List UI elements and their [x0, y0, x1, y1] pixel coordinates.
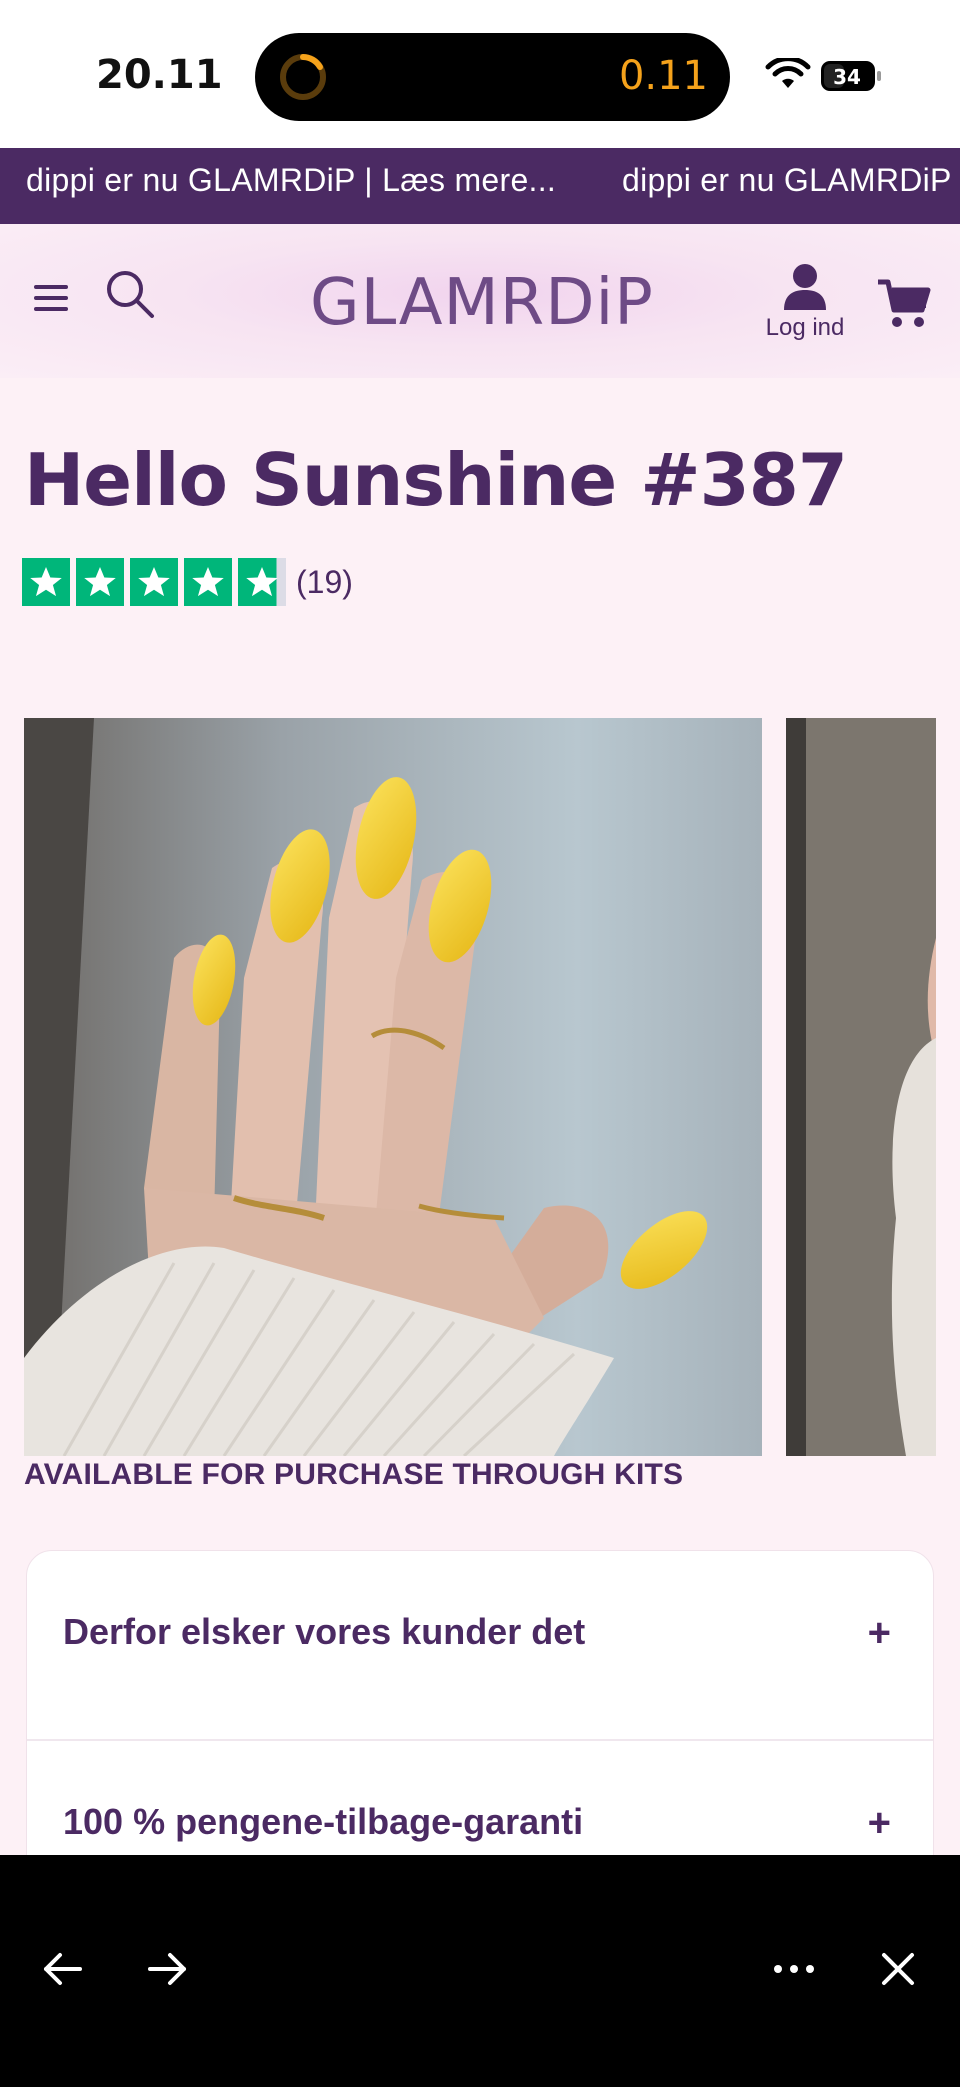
site-header: GLAMRDiP Log ind	[0, 224, 960, 378]
accordion-item[interactable]: Derfor elsker vores kunder det +	[27, 1551, 933, 1741]
site-logo[interactable]: GLAMRDiP	[310, 266, 654, 340]
announcement-text[interactable]: dippi er nu GLAMRDiP | Læs mere...	[26, 162, 556, 199]
status-time: 20.11	[96, 52, 223, 98]
next-photo-preview	[786, 718, 936, 1456]
review-count[interactable]: (19)	[296, 564, 353, 601]
battery-icon: 34	[821, 61, 881, 91]
star-icon	[76, 558, 124, 606]
hamburger-menu-icon[interactable]	[32, 280, 72, 316]
accordion-title[interactable]: Derfor elsker vores kunder det	[63, 1611, 585, 1653]
rating-stars	[22, 558, 286, 606]
accordion-title[interactable]: 100 % pengene-tilbage-garanti	[63, 1801, 583, 1843]
account-icon	[784, 264, 826, 310]
close-icon[interactable]	[874, 1945, 922, 1993]
star-icon	[130, 558, 178, 606]
availability-note: AVAILABLE FOR PURCHASE THROUGH KITS	[24, 1458, 684, 1491]
star-icon	[184, 558, 232, 606]
plus-icon[interactable]: +	[868, 1611, 891, 1656]
product-image-main[interactable]	[24, 718, 762, 1456]
star-icon	[22, 558, 70, 606]
announcement-bar[interactable]: dippi er nu GLAMRDiP | Læs mere... dippi…	[0, 148, 960, 224]
dynamic-island: 0.11	[255, 33, 730, 121]
trustpilot-rating[interactable]: (19)	[22, 558, 353, 606]
account-button[interactable]: Log ind	[760, 262, 850, 342]
timer-text: 0.11	[618, 53, 708, 99]
product-title: Hello Sunshine #387	[24, 438, 848, 522]
forward-arrow-icon[interactable]	[144, 1945, 192, 1993]
plus-icon[interactable]: +	[868, 1801, 891, 1846]
search-icon[interactable]	[104, 268, 156, 320]
product-image-next[interactable]	[786, 718, 936, 1456]
wifi-icon	[765, 58, 811, 88]
timer-icon	[280, 54, 326, 100]
account-label: Log ind	[765, 314, 845, 341]
browser-toolbar	[0, 1855, 960, 2087]
announcement-text-repeat[interactable]: dippi er nu GLAMRDiP	[622, 162, 952, 199]
cart-icon[interactable]	[876, 278, 932, 330]
hand-nail-photo	[24, 718, 762, 1456]
status-bar: 20.11 0.11 34	[0, 0, 960, 148]
back-arrow-icon[interactable]	[38, 1945, 86, 1993]
star-partial-icon	[238, 558, 286, 606]
battery-level: 34	[833, 65, 861, 89]
more-icon[interactable]	[770, 1945, 818, 1993]
